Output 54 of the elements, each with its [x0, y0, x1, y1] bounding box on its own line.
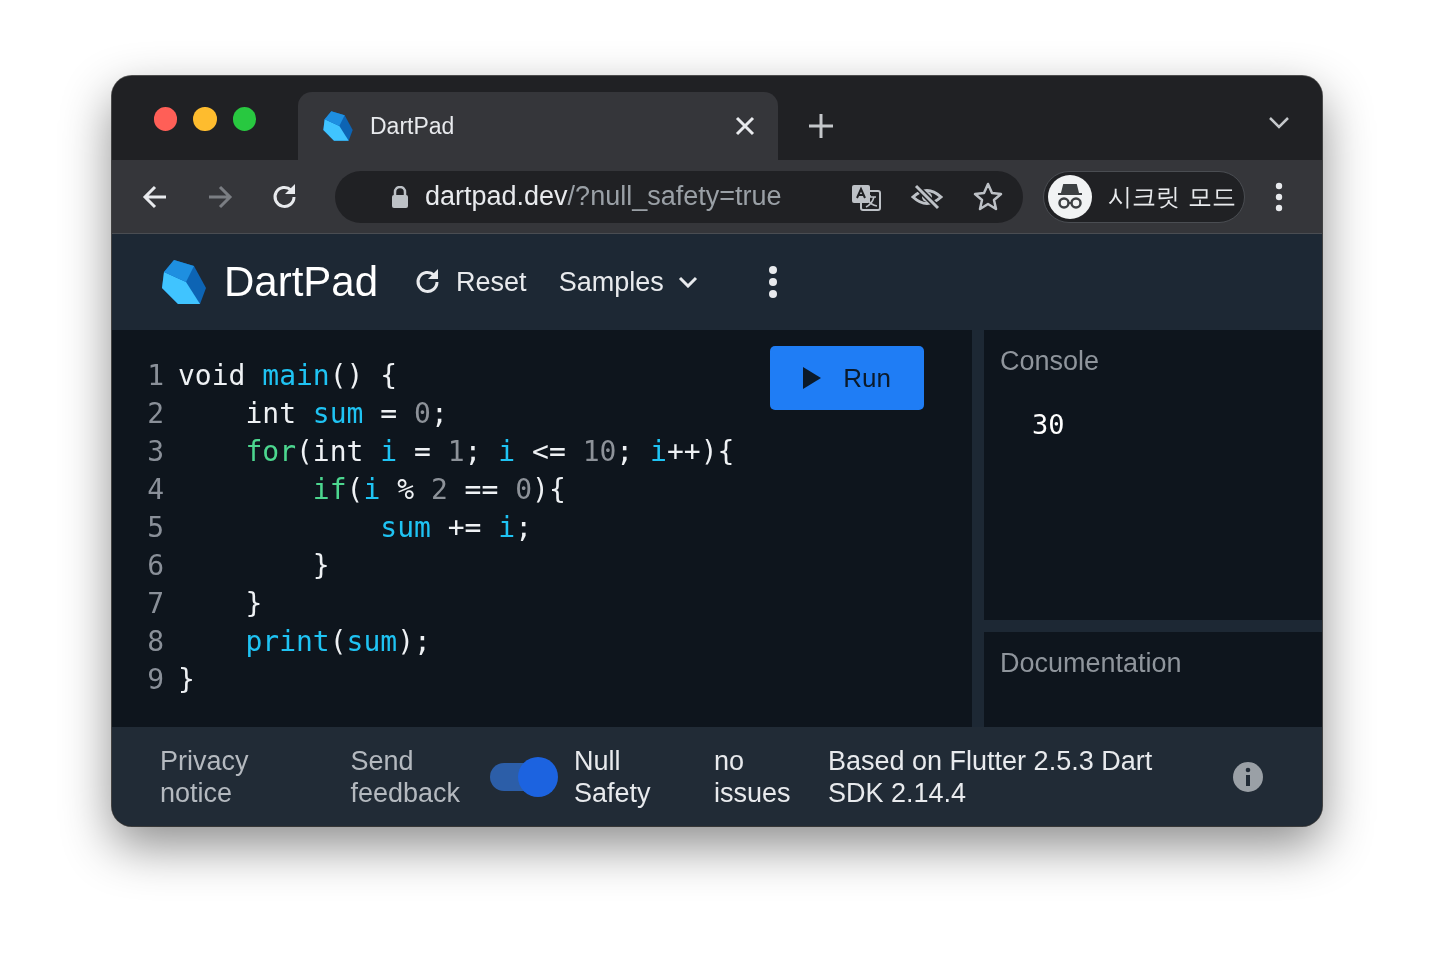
chevron-down-icon	[677, 276, 698, 288]
line-number: 7	[146, 586, 165, 620]
info-icon[interactable]	[1232, 760, 1264, 793]
run-button[interactable]: Run	[770, 346, 924, 410]
footer-link[interactable]: Send feedback	[350, 744, 460, 809]
browser-tab[interactable]: DartPad	[298, 92, 778, 160]
address-bar[interactable]: dartpad.dev/?null_safety=true	[335, 170, 1023, 223]
line-number: 6	[146, 548, 165, 582]
toggle-label: Null Safety	[574, 744, 652, 809]
more-icon[interactable]	[767, 265, 778, 299]
line-number: 3	[146, 434, 165, 468]
star-icon[interactable]	[973, 181, 1003, 212]
app-title: DartPad	[224, 258, 379, 306]
logo-icon	[322, 110, 354, 142]
zoom-window-button[interactable]	[232, 107, 256, 131]
close-window-button[interactable]	[154, 107, 178, 131]
close-icon[interactable]	[734, 115, 756, 137]
code-line: sum += i;	[379, 510, 533, 544]
tab-title: DartPad	[370, 112, 456, 140]
logo-icon	[160, 258, 208, 306]
samples-button[interactable]: Samples	[558, 266, 698, 298]
plus-icon[interactable]	[808, 113, 834, 139]
console-output: 30	[1032, 409, 1066, 440]
url-text: dartpad.dev/?null_safety=true	[425, 181, 783, 212]
line-number: 1	[146, 358, 165, 392]
minimize-window-button[interactable]	[193, 107, 217, 131]
code-line: int sum = 0;	[244, 396, 448, 430]
line-number: 2	[146, 396, 165, 430]
code-line: }	[178, 662, 195, 696]
code-line: if(i % 2 == 0){	[311, 472, 566, 506]
code-line: for(int i = 1; i <= 10; i++){	[244, 434, 735, 468]
toggle-switch[interactable]	[490, 756, 558, 797]
panel-title: Console	[1000, 346, 1101, 377]
incognito-button[interactable]: 시크릿 모드	[1043, 170, 1245, 223]
profile-label: 시크릿 모드	[1108, 181, 1236, 213]
footer-link[interactable]: Privacy notice	[160, 744, 317, 809]
line-number: 8	[146, 624, 165, 658]
code-line: print(sum);	[244, 624, 431, 658]
chevron-down-icon[interactable]	[1268, 116, 1290, 130]
panel-title: Documentation	[1000, 648, 1183, 679]
play-icon	[803, 367, 822, 389]
line-number: 9	[146, 662, 165, 696]
code-line: void main() {	[178, 358, 398, 392]
lock-icon	[391, 185, 409, 208]
eye-slash-icon[interactable]	[911, 183, 943, 210]
version-text: Based on Flutter 2.5.3 Dart SDK 2.14.4	[828, 744, 1154, 809]
line-number: 5	[146, 510, 165, 544]
more-icon[interactable]	[1275, 181, 1283, 212]
line-number: 4	[146, 472, 165, 506]
code-line: }	[311, 548, 330, 582]
code-line: }	[244, 586, 263, 620]
incognito-icon	[1048, 174, 1092, 219]
reset-button[interactable]: Reset	[414, 266, 527, 298]
issues-status: no issues	[714, 744, 792, 809]
